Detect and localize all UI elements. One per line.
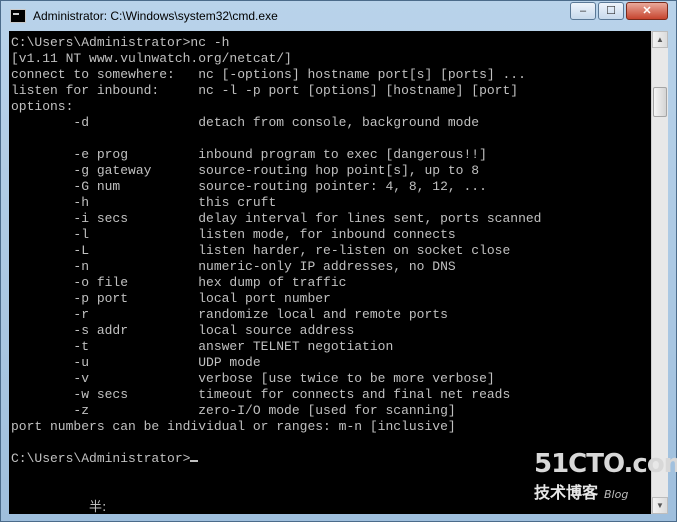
- console-line: -u UDP mode: [73, 355, 261, 370]
- cmd-window: Administrator: C:\Windows\system32\cmd.e…: [0, 0, 677, 522]
- watermark-tagline-text: 技术博客: [534, 483, 599, 502]
- console-text: C:\Users\Administrator>nc -h [v1.11 NT w…: [9, 31, 651, 467]
- minimize-button[interactable]: –: [570, 2, 596, 20]
- close-button[interactable]: ✕: [626, 2, 668, 20]
- console-line: -L listen harder, re-listen on socket cl…: [73, 243, 511, 258]
- console-line: C:\Users\Administrator>nc -h: [11, 35, 230, 50]
- console-line: -t answer TELNET negotiation: [73, 339, 394, 354]
- console-line: -z zero-I/O mode [used for scanning]: [73, 403, 456, 418]
- vertical-scrollbar[interactable]: ▲ ▼: [651, 31, 668, 514]
- console-line: -g gateway source-routing hop point[s], …: [73, 163, 480, 178]
- console-line: -p port local port number: [73, 291, 331, 306]
- console-line: -s addr local source address: [73, 323, 355, 338]
- watermark-site: 51CTO.com: [534, 449, 677, 479]
- watermark-blog: Blog: [604, 488, 629, 501]
- text-cursor: [190, 460, 199, 462]
- console-line: listen for inbound: nc -l -p port [optio…: [11, 83, 519, 98]
- scroll-thumb[interactable]: [653, 87, 667, 117]
- cmd-app-icon[interactable]: [10, 9, 26, 23]
- console-line: -w secs timeout for connects and final n…: [73, 387, 511, 402]
- ime-status: 半:: [89, 500, 107, 514]
- console-line: -n numeric-only IP addresses, no DNS: [73, 259, 456, 274]
- console-lines: C:\Users\Administrator>nc -h [v1.11 NT w…: [11, 35, 542, 434]
- window-controls: – ☐ ✕: [570, 2, 668, 20]
- maximize-button[interactable]: ☐: [598, 2, 624, 20]
- console-line: -o file hex dump of traffic: [73, 275, 347, 290]
- console-line: options:: [11, 99, 74, 114]
- console-line: -r randomize local and remote ports: [73, 307, 448, 322]
- console-line: -d detach from console, background mode: [73, 115, 480, 130]
- window-title: Administrator: C:\Windows\system32\cmd.e…: [33, 9, 278, 23]
- title-bar[interactable]: Administrator: C:\Windows\system32\cmd.e…: [1, 1, 676, 31]
- console-line: connect to somewhere: nc [-options] host…: [11, 67, 526, 82]
- console-line: -l listen mode, for inbound connects: [73, 227, 456, 242]
- console-line: [v1.11 NT www.vulnwatch.org/netcat/]: [11, 51, 292, 66]
- console-line: -G num source-routing pointer: 4, 8, 12,…: [73, 179, 487, 194]
- console-line: -i secs delay interval for lines sent, p…: [73, 211, 542, 226]
- console-line: -h this cruft: [73, 195, 277, 210]
- console-output[interactable]: C:\Users\Administrator>nc -h [v1.11 NT w…: [9, 31, 651, 514]
- scroll-up-icon[interactable]: ▲: [652, 31, 668, 48]
- console-line: port numbers can be individual or ranges…: [11, 419, 456, 434]
- console-line: -v verbose [use twice to be more verbose…: [73, 371, 495, 386]
- watermark-tagline: 技术博客 Blog: [534, 479, 669, 503]
- watermark-logo: 51CTO.com 技术博客 Blog: [534, 449, 677, 509]
- console-line: -e prog inbound program to exec [dangero…: [73, 147, 487, 162]
- console-prompt: C:\Users\Administrator>: [11, 451, 191, 466]
